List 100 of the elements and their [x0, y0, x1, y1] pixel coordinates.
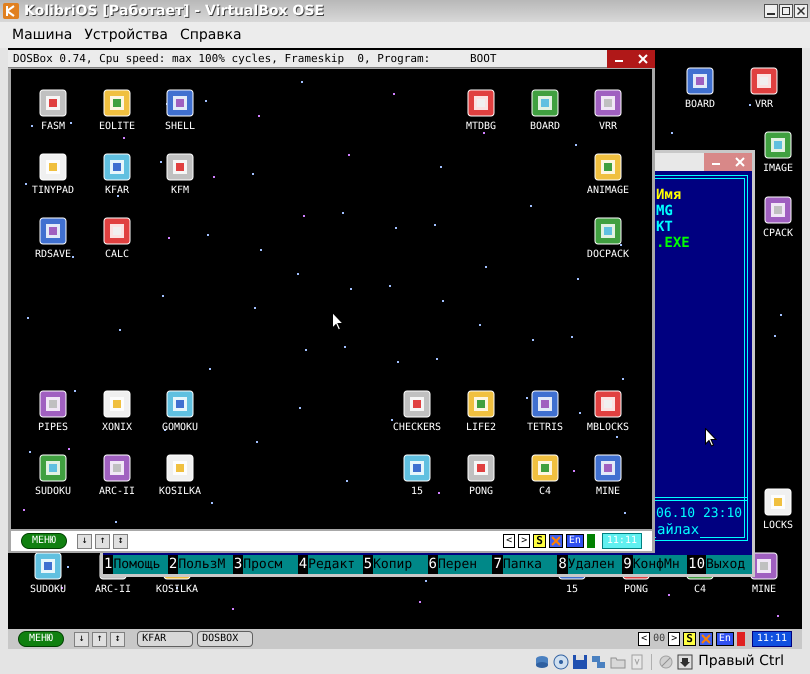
icon-label[interactable]: TINYPAD	[32, 185, 74, 197]
app-icon	[33, 551, 63, 581]
function-key[interactable]: Редакт	[308, 555, 363, 574]
arrow-button[interactable]: ↑	[95, 534, 110, 548]
menu-item[interactable]: Устройства	[84, 24, 168, 46]
icon-label[interactable]: IMAGE	[762, 163, 794, 175]
task-button[interactable]: KFAR	[137, 631, 194, 647]
icon-label[interactable]: KFAR	[104, 185, 130, 197]
function-key[interactable]: Выход	[706, 555, 752, 574]
function-key[interactable]: Просм	[243, 555, 298, 574]
function-key[interactable]: КонфМн	[632, 555, 688, 574]
function-key[interactable]: Перен	[438, 555, 492, 574]
icon-label[interactable]: MINE	[596, 486, 620, 498]
arrow-button[interactable]: ↕	[113, 534, 128, 548]
app-icon	[102, 88, 132, 118]
icon-label[interactable]: CPACK	[762, 228, 794, 240]
maximize-icon[interactable]	[779, 4, 793, 18]
icon-label[interactable]: DOCPACK	[586, 249, 630, 261]
arrow-button[interactable]: ↑	[92, 632, 108, 646]
icon-label[interactable]: MBLOCKS	[586, 422, 630, 434]
icon-label[interactable]: SHELL	[164, 121, 196, 133]
app-icon	[593, 88, 623, 118]
icon-label[interactable]: 15	[566, 584, 578, 596]
network-icon[interactable]	[591, 654, 608, 670]
icon-label[interactable]: CALC	[104, 249, 130, 261]
file-name[interactable]: KT	[656, 219, 673, 235]
icon-label[interactable]: C4	[694, 584, 706, 596]
app-icon	[165, 152, 195, 182]
menu-button[interactable]: МЕНЮ	[18, 631, 64, 647]
app-logo-icon	[2, 2, 20, 20]
icon-label[interactable]: MINE	[752, 584, 776, 596]
icon-label[interactable]: XONIX	[102, 422, 132, 434]
icon-label[interactable]: ANIMAGE	[586, 185, 630, 197]
tray-button[interactable]: S	[683, 632, 696, 646]
key-number: 9	[622, 555, 633, 574]
icon-label[interactable]: SUDOKU	[34, 486, 72, 498]
key-number: 5	[362, 555, 374, 574]
icon-label[interactable]: PIPES	[38, 422, 68, 434]
crossed-tray-icon[interactable]	[698, 632, 713, 646]
icon-label[interactable]: EOLITE	[98, 121, 136, 133]
icon-label[interactable]: KFM	[170, 185, 190, 197]
app-icon	[749, 66, 779, 96]
file-name[interactable]: Имя	[656, 187, 682, 203]
icon-label[interactable]: RDSAVE	[34, 249, 72, 261]
tray-button[interactable]: S	[533, 534, 546, 548]
icon-label[interactable]: TETRIS	[526, 422, 564, 434]
icon-label[interactable]: FASM	[40, 121, 66, 133]
cd-icon[interactable]	[553, 654, 570, 670]
icon-label[interactable]: BOARD	[684, 99, 716, 111]
app-icon	[763, 487, 793, 517]
icon-label[interactable]: BOARD	[530, 121, 560, 133]
function-key[interactable]: Папка	[502, 555, 558, 574]
arrow-down-icon[interactable]	[677, 654, 694, 670]
file-name[interactable]: .EXE	[656, 235, 690, 251]
icon-label[interactable]: SUDOKU	[30, 584, 66, 596]
menu-item[interactable]: Машина	[12, 24, 72, 46]
icon-label[interactable]: LOCKS	[762, 520, 794, 532]
app-icon	[38, 152, 68, 182]
function-key[interactable]: ПользМ	[178, 555, 233, 574]
info-text: айлах	[656, 522, 700, 538]
icon-label[interactable]: VRR	[598, 121, 618, 133]
close-icon[interactable]	[794, 4, 808, 18]
app-icon	[102, 152, 132, 182]
icon-label[interactable]: VRR	[754, 99, 774, 111]
icon-label[interactable]: MTDBG	[466, 121, 496, 133]
icon-label[interactable]: PONG	[624, 584, 648, 596]
menu-item[interactable]: Справка	[180, 24, 242, 46]
crossed-tray-icon[interactable]	[548, 534, 563, 548]
hard-disk-icon[interactable]	[534, 654, 550, 670]
arrow-button[interactable]: ↕	[110, 632, 126, 646]
tray-button[interactable]: >	[668, 632, 680, 646]
function-key[interactable]: Копир	[373, 555, 428, 574]
icon-label[interactable]: ARC-II	[94, 584, 132, 596]
icon-label[interactable]: KOSILKA	[156, 584, 198, 596]
arrow-button[interactable]: ↓	[74, 632, 90, 646]
arrow-button[interactable]: ↓	[77, 534, 92, 548]
icon-label[interactable]: GOMOKU	[162, 422, 198, 434]
app-icon	[402, 389, 432, 419]
tray-button[interactable]: >	[518, 534, 530, 548]
icon-label[interactable]: KOSILKA	[158, 486, 202, 498]
language-button[interactable]: En	[716, 632, 734, 646]
key-number: 4	[298, 555, 308, 574]
function-key[interactable]: Удален	[568, 555, 622, 574]
icon-label[interactable]: CHECKERS	[392, 422, 442, 434]
icon-label[interactable]: 15	[410, 486, 424, 498]
language-button[interactable]: En	[566, 534, 584, 548]
tray-button[interactable]: <	[503, 534, 516, 548]
icon-label[interactable]: PONG	[468, 486, 494, 498]
icon-label[interactable]: C4	[538, 486, 552, 498]
tray-button[interactable]: <	[638, 632, 650, 646]
task-button[interactable]: DOSBOX	[197, 631, 254, 647]
icon-label[interactable]: ARC-II	[98, 486, 136, 498]
function-key[interactable]: Помощь	[113, 555, 168, 574]
icon-label[interactable]: LIFE2	[466, 422, 496, 434]
clock: 11:11	[602, 533, 642, 549]
menu-button[interactable]: МЕНЮ	[21, 533, 68, 549]
clock: 11:11	[752, 631, 792, 647]
floppy-icon[interactable]	[572, 654, 588, 670]
minimize-icon[interactable]	[764, 4, 778, 18]
file-name[interactable]: MG	[656, 203, 673, 219]
